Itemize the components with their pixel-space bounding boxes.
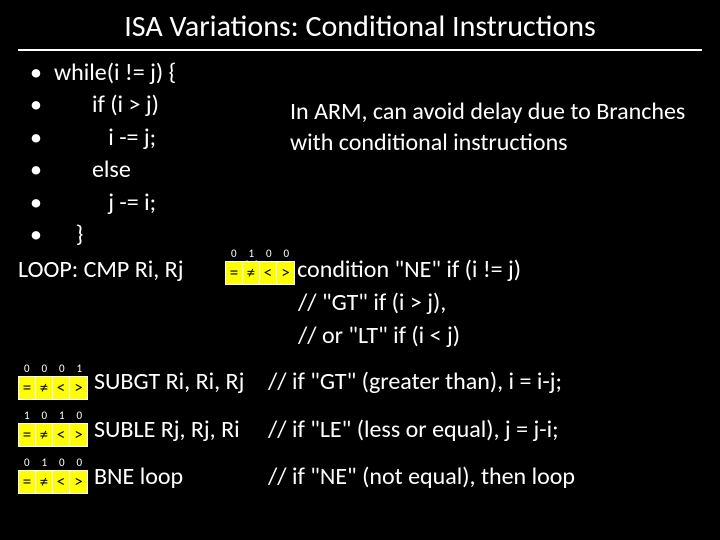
asm-row: 1010 =≠<> SUBLE Rj, Rj, Ri // if "LE" (l… <box>18 414 702 447</box>
asm-comment: // if "LE" (less or equal), j = j-i; <box>268 414 559 447</box>
bullet-dot: • <box>18 89 54 121</box>
code-text: if (i > j) <box>54 89 159 121</box>
code-line: • j -= i; <box>18 187 702 219</box>
flag-bits: 0100 <box>225 248 295 259</box>
asm-instruction: LOOP: CMP Ri, Rj <box>18 254 183 287</box>
code-text: while(i != j) { <box>54 57 176 89</box>
flag-bits: 0001 <box>18 363 88 374</box>
flag-bits: 0100 <box>18 457 88 468</box>
flag-cells: =≠<> <box>18 470 88 494</box>
asm-comment: // if "GT" (greater than), i = i-j; <box>268 366 562 399</box>
code-text: else <box>54 154 131 186</box>
flag-cells: =≠<> <box>225 261 295 285</box>
asm-instruction: SUBGT Ri, Ri, Rj <box>88 366 244 399</box>
slide-title: ISA Variations: Conditional Instructions <box>18 0 702 51</box>
asm-row: 0100 =≠<> BNE loop // if "NE" (not equal… <box>18 461 702 494</box>
annotation-note: In ARM, can avoid delay due to Branches … <box>290 96 690 158</box>
code-text: i -= j; <box>54 122 156 154</box>
condition-flags: 1010 =≠<> <box>18 423 88 447</box>
asm-row-loop: LOOP: CMP Ri, Rj 0100 =≠<> // set condit… <box>18 253 702 287</box>
flag-bits: 1010 <box>18 410 88 421</box>
bullet-dot: • <box>18 219 54 251</box>
code-line: • else <box>18 154 702 186</box>
asm-comment: // "GT" if (i > j), <box>18 287 702 319</box>
code-line: • } <box>18 219 702 251</box>
slide-content: • while(i != j) { • if (i > j) • i -= j;… <box>0 51 720 494</box>
assembly-block: LOOP: CMP Ri, Rj 0100 =≠<> // set condit… <box>18 253 702 494</box>
code-text: j -= i; <box>54 187 156 219</box>
asm-comment: // if "NE" (not equal), then loop <box>268 461 575 494</box>
flag-cells: =≠<> <box>18 423 88 447</box>
condition-flags: 0001 =≠<> <box>18 376 88 400</box>
flag-cells: =≠<> <box>18 376 88 400</box>
code-line: • while(i != j) { <box>18 57 702 89</box>
code-text: } <box>54 219 83 251</box>
asm-comment: // or "LT" if (i < j) <box>18 320 702 352</box>
condition-flags: 0100 =≠<> <box>225 261 295 285</box>
condition-flags: 0100 =≠<> <box>18 470 88 494</box>
asm-row: 0001 =≠<> SUBGT Ri, Ri, Rj // if "GT" (g… <box>18 366 702 399</box>
bullet-dot: • <box>18 122 54 154</box>
bullet-dot: • <box>18 57 54 89</box>
asm-instruction: BNE loop <box>88 461 183 494</box>
bullet-dot: • <box>18 187 54 219</box>
bullet-dot: • <box>18 154 54 186</box>
asm-instruction: SUBLE Rj, Rj, Ri <box>88 414 240 447</box>
